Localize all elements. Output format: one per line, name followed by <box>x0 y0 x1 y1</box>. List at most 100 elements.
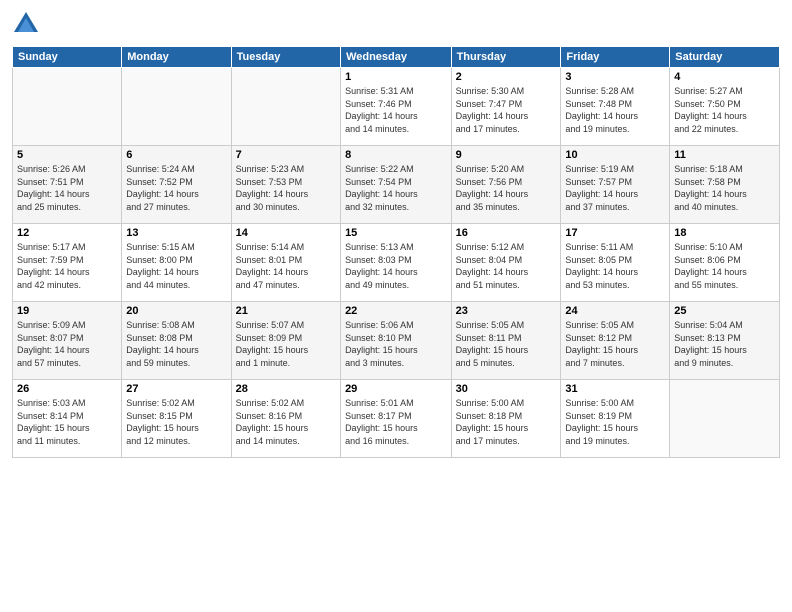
day-info: Sunrise: 5:22 AM Sunset: 7:54 PM Dayligh… <box>345 163 447 213</box>
day-info: Sunrise: 5:01 AM Sunset: 8:17 PM Dayligh… <box>345 397 447 447</box>
day-info: Sunrise: 5:05 AM Sunset: 8:12 PM Dayligh… <box>565 319 665 369</box>
calendar-cell <box>670 380 780 458</box>
day-number: 1 <box>345 71 447 83</box>
calendar-cell: 30 Sunrise: 5:00 AM Sunset: 8:18 PM Dayli… <box>451 380 561 458</box>
day-number: 2 <box>456 71 557 83</box>
calendar-cell: 23Sunrise: 5:05 AM Sunset: 8:11 PM Dayli… <box>451 302 561 380</box>
day-info: Sunrise: 5:10 AM Sunset: 8:06 PM Dayligh… <box>674 241 775 291</box>
day-info: Sunrise: 5:08 AM Sunset: 8:08 PM Dayligh… <box>126 319 226 369</box>
day-number: 24 <box>565 305 665 317</box>
calendar-cell: 2 Sunrise: 5:30 AM Sunset: 7:47 PM Daylig… <box>451 68 561 146</box>
day-number: 15 <box>345 227 447 239</box>
calendar-cell <box>122 68 231 146</box>
calendar-cell <box>231 68 340 146</box>
calendar-cell: 4Sunrise: 5:27 AM Sunset: 7:50 PM Daylig… <box>670 68 780 146</box>
day-info: Sunrise: 5:15 AM Sunset: 8:00 PM Dayligh… <box>126 241 226 291</box>
day-info: Sunrise: 5:30 AM Sunset: 7:47 PM Dayligh… <box>456 85 557 135</box>
calendar-cell: 25 Sunrise: 5:04 AM Sunset: 8:13 PM Dayli… <box>670 302 780 380</box>
calendar-cell: 19 Sunrise: 5:09 AM Sunset: 8:07 PM Dayli… <box>13 302 122 380</box>
calendar-cell <box>13 68 122 146</box>
day-info: Sunrise: 5:02 AM Sunset: 8:15 PM Dayligh… <box>126 397 226 447</box>
day-info: Sunrise: 5:13 AM Sunset: 8:03 PM Dayligh… <box>345 241 447 291</box>
day-info: Sunrise: 5:31 AM Sunset: 7:46 PM Dayligh… <box>345 85 447 135</box>
calendar-cell: 18 Sunrise: 5:10 AM Sunset: 8:06 PM Dayli… <box>670 224 780 302</box>
day-number: 31 <box>565 383 665 395</box>
calendar: SundayMondayTuesdayWednesdayThursdayFrid… <box>12 46 780 458</box>
calendar-cell: 24 Sunrise: 5:05 AM Sunset: 8:12 PM Dayli… <box>561 302 670 380</box>
day-info: Sunrise: 5:12 AM Sunset: 8:04 PM Dayligh… <box>456 241 557 291</box>
calendar-week: 5 Sunrise: 5:26 AM Sunset: 7:51 PM Daylig… <box>13 146 780 224</box>
calendar-cell: 16 Sunrise: 5:12 AM Sunset: 8:04 PM Dayli… <box>451 224 561 302</box>
day-info: Sunrise: 5:00 AM Sunset: 8:18 PM Dayligh… <box>456 397 557 447</box>
page-container: SundayMondayTuesdayWednesdayThursdayFrid… <box>0 0 792 612</box>
calendar-cell: 7 Sunrise: 5:23 AM Sunset: 7:53 PM Daylig… <box>231 146 340 224</box>
weekday-header: Sunday <box>13 47 122 68</box>
weekday-header: Saturday <box>670 47 780 68</box>
day-number: 19 <box>17 305 117 317</box>
calendar-cell: 13 Sunrise: 5:15 AM Sunset: 8:00 PM Dayli… <box>122 224 231 302</box>
calendar-cell: 17 Sunrise: 5:11 AM Sunset: 8:05 PM Dayli… <box>561 224 670 302</box>
day-number: 11 <box>674 149 775 161</box>
day-number: 17 <box>565 227 665 239</box>
calendar-header: SundayMondayTuesdayWednesdayThursdayFrid… <box>13 47 780 68</box>
day-number: 12 <box>17 227 117 239</box>
calendar-cell: 26 Sunrise: 5:03 AM Sunset: 8:14 PM Dayli… <box>13 380 122 458</box>
day-number: 7 <box>236 149 336 161</box>
calendar-cell: 1 Sunrise: 5:31 AM Sunset: 7:46 PM Daylig… <box>341 68 452 146</box>
day-number: 29 <box>345 383 447 395</box>
logo <box>12 10 44 38</box>
day-info: Sunrise: 5:20 AM Sunset: 7:56 PM Dayligh… <box>456 163 557 213</box>
calendar-cell: 14 Sunrise: 5:14 AM Sunset: 8:01 PM Dayli… <box>231 224 340 302</box>
day-info: Sunrise: 5:00 AM Sunset: 8:19 PM Dayligh… <box>565 397 665 447</box>
day-info: Sunrise: 5:17 AM Sunset: 7:59 PM Dayligh… <box>17 241 117 291</box>
day-number: 14 <box>236 227 336 239</box>
day-info: Sunrise: 5:18 AM Sunset: 7:58 PM Dayligh… <box>674 163 775 213</box>
day-number: 8 <box>345 149 447 161</box>
weekday-header: Wednesday <box>341 47 452 68</box>
calendar-week: 26 Sunrise: 5:03 AM Sunset: 8:14 PM Dayli… <box>13 380 780 458</box>
day-number: 22 <box>345 305 447 317</box>
calendar-cell: 10Sunrise: 5:19 AM Sunset: 7:57 PM Dayli… <box>561 146 670 224</box>
day-info: Sunrise: 5:03 AM Sunset: 8:14 PM Dayligh… <box>17 397 117 447</box>
day-info: Sunrise: 5:26 AM Sunset: 7:51 PM Dayligh… <box>17 163 117 213</box>
calendar-cell: 6Sunrise: 5:24 AM Sunset: 7:52 PM Daylig… <box>122 146 231 224</box>
calendar-cell: 11 Sunrise: 5:18 AM Sunset: 7:58 PM Dayli… <box>670 146 780 224</box>
logo-icon <box>12 10 40 38</box>
calendar-cell: 5 Sunrise: 5:26 AM Sunset: 7:51 PM Daylig… <box>13 146 122 224</box>
day-number: 13 <box>126 227 226 239</box>
calendar-week: 12 Sunrise: 5:17 AM Sunset: 7:59 PM Dayli… <box>13 224 780 302</box>
day-number: 4 <box>674 71 775 83</box>
day-info: Sunrise: 5:04 AM Sunset: 8:13 PM Dayligh… <box>674 319 775 369</box>
day-info: Sunrise: 5:23 AM Sunset: 7:53 PM Dayligh… <box>236 163 336 213</box>
day-number: 3 <box>565 71 665 83</box>
day-number: 28 <box>236 383 336 395</box>
day-number: 10 <box>565 149 665 161</box>
day-number: 9 <box>456 149 557 161</box>
day-info: Sunrise: 5:07 AM Sunset: 8:09 PM Dayligh… <box>236 319 336 369</box>
calendar-cell: 3Sunrise: 5:28 AM Sunset: 7:48 PM Daylig… <box>561 68 670 146</box>
day-info: Sunrise: 5:09 AM Sunset: 8:07 PM Dayligh… <box>17 319 117 369</box>
weekday-header: Thursday <box>451 47 561 68</box>
day-number: 6 <box>126 149 226 161</box>
day-number: 20 <box>126 305 226 317</box>
calendar-cell: 31 Sunrise: 5:00 AM Sunset: 8:19 PM Dayli… <box>561 380 670 458</box>
day-number: 16 <box>456 227 557 239</box>
calendar-week: 19 Sunrise: 5:09 AM Sunset: 8:07 PM Dayli… <box>13 302 780 380</box>
calendar-cell: 28Sunrise: 5:02 AM Sunset: 8:16 PM Dayli… <box>231 380 340 458</box>
calendar-cell: 21 Sunrise: 5:07 AM Sunset: 8:09 PM Dayli… <box>231 302 340 380</box>
calendar-cell: 9 Sunrise: 5:20 AM Sunset: 7:56 PM Daylig… <box>451 146 561 224</box>
day-number: 26 <box>17 383 117 395</box>
day-number: 25 <box>674 305 775 317</box>
weekday-row: SundayMondayTuesdayWednesdayThursdayFrid… <box>13 47 780 68</box>
day-number: 21 <box>236 305 336 317</box>
day-number: 5 <box>17 149 117 161</box>
day-info: Sunrise: 5:11 AM Sunset: 8:05 PM Dayligh… <box>565 241 665 291</box>
calendar-body: 1 Sunrise: 5:31 AM Sunset: 7:46 PM Daylig… <box>13 68 780 458</box>
day-info: Sunrise: 5:14 AM Sunset: 8:01 PM Dayligh… <box>236 241 336 291</box>
day-number: 30 <box>456 383 557 395</box>
day-info: Sunrise: 5:05 AM Sunset: 8:11 PM Dayligh… <box>456 319 557 369</box>
day-number: 18 <box>674 227 775 239</box>
calendar-cell: 22Sunrise: 5:06 AM Sunset: 8:10 PM Dayli… <box>341 302 452 380</box>
calendar-cell: 20 Sunrise: 5:08 AM Sunset: 8:08 PM Dayli… <box>122 302 231 380</box>
calendar-cell: 12 Sunrise: 5:17 AM Sunset: 7:59 PM Dayli… <box>13 224 122 302</box>
